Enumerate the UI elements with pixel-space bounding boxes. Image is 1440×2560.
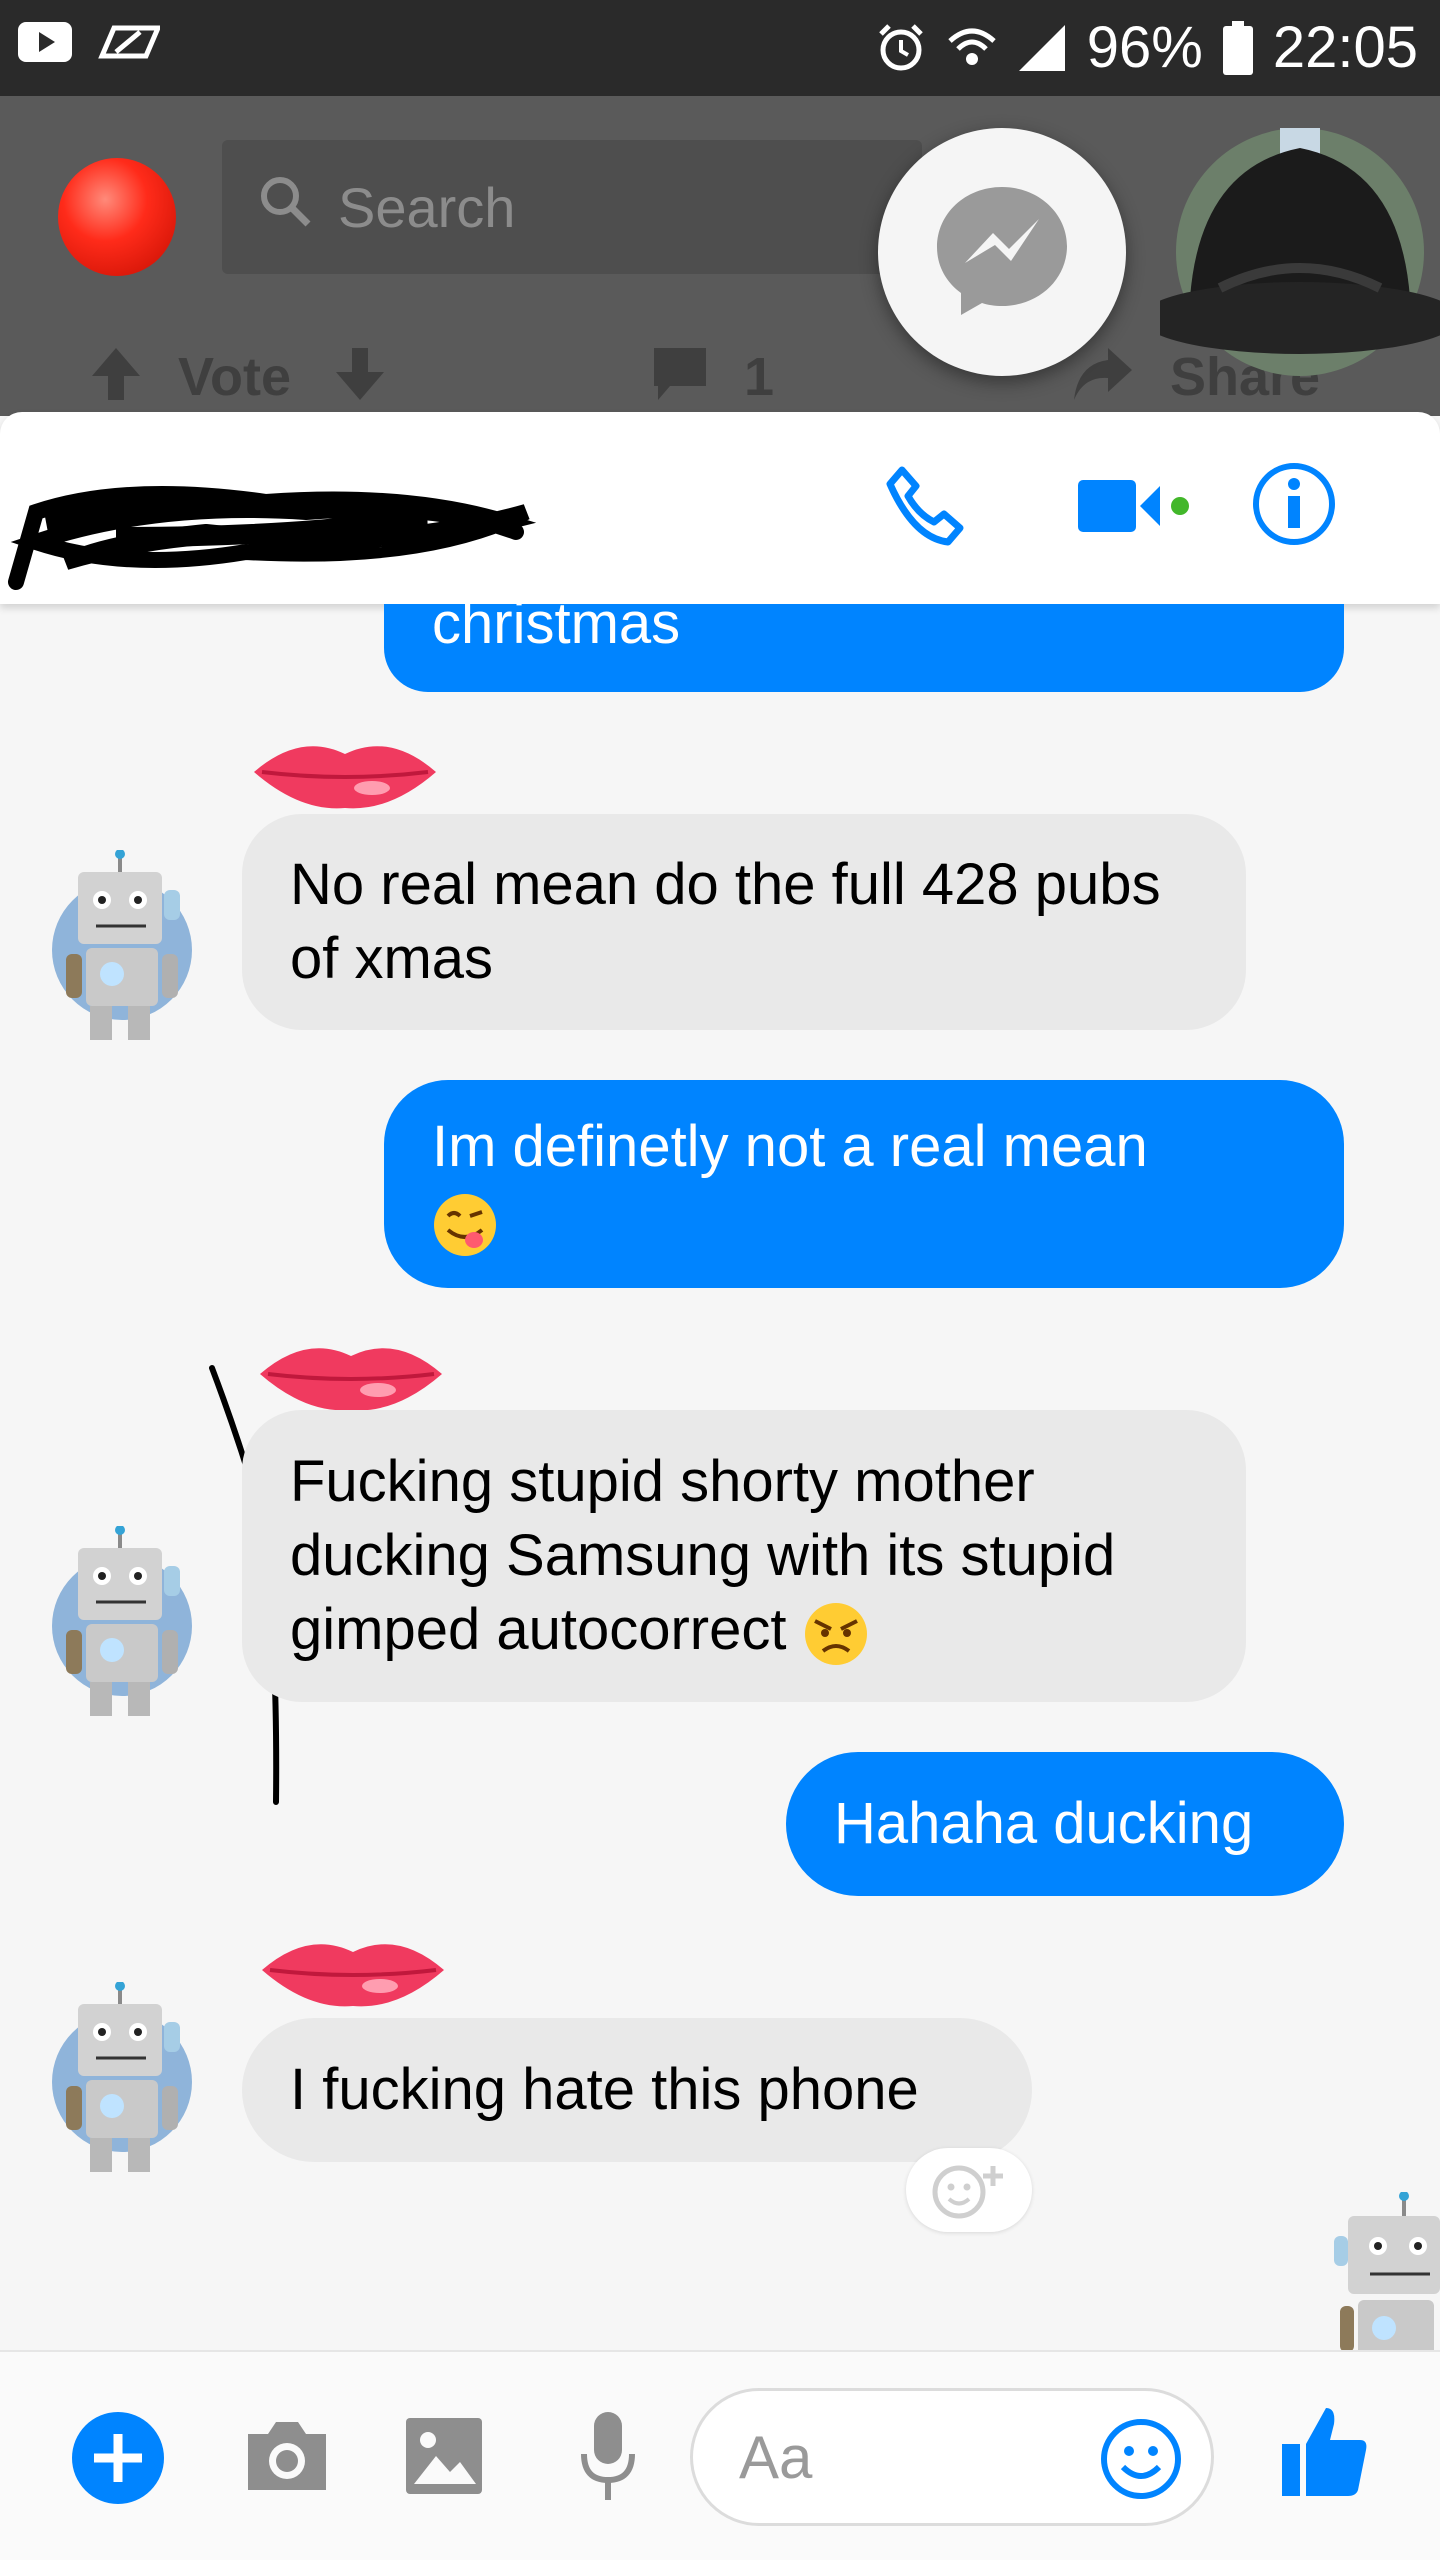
messenger-icon xyxy=(931,179,1073,326)
upvote-icon xyxy=(92,348,140,400)
phone-call-icon[interactable] xyxy=(884,464,966,546)
battery-label: 96% xyxy=(1086,15,1203,80)
lips-sticker xyxy=(262,1944,444,2007)
nfs-icon xyxy=(96,22,162,67)
contact-avatar[interactable] xyxy=(38,1526,198,1726)
status-bar: 96% 22:05 xyxy=(0,0,1440,96)
message-bubble-incoming[interactable]: No real mean do the full 428 pubs of xma… xyxy=(242,814,1246,1030)
vote-label: Vote xyxy=(178,347,292,407)
redacted-contact-name xyxy=(8,486,537,590)
search-placeholder: Search xyxy=(338,175,516,239)
camera-icon[interactable] xyxy=(244,2418,330,2494)
add-more-icon[interactable] xyxy=(70,2410,166,2506)
savoring-face-emoji-icon xyxy=(434,1193,496,1256)
message-bubble-outgoing[interactable]: Hahaha ducking xyxy=(786,1752,1344,1896)
background-search-bar: Search xyxy=(222,140,922,274)
wifi-icon xyxy=(947,23,997,73)
signal-icon xyxy=(1017,23,1067,73)
downvote-icon xyxy=(336,348,384,400)
message-input-placeholder: Aa xyxy=(739,2423,813,2491)
share-icon xyxy=(1074,348,1132,400)
video-call-icon[interactable] xyxy=(1078,476,1190,536)
alarm-icon xyxy=(875,22,927,74)
message-text: Fucking stupid shorty mother ducking Sam… xyxy=(290,1445,1198,1667)
lips-sticker xyxy=(254,746,436,809)
clock: 22:05 xyxy=(1272,15,1418,80)
emoji-icon[interactable] xyxy=(1099,2417,1183,2501)
thumbs-up-icon[interactable] xyxy=(1280,2404,1368,2500)
angry-face-emoji-icon xyxy=(804,1602,867,1665)
app-logo xyxy=(58,158,176,276)
message-text: Hahaha ducking xyxy=(834,1791,1254,1856)
message-bubble-outgoing[interactable]: Im definetly not a real mean xyxy=(384,1080,1344,1288)
comment-count: 1 xyxy=(744,347,775,407)
info-icon[interactable] xyxy=(1250,460,1338,548)
messenger-chat-head[interactable] xyxy=(878,128,1126,376)
contact-avatar[interactable] xyxy=(38,850,198,1050)
add-reaction-button[interactable] xyxy=(906,2148,1032,2232)
message-input[interactable]: Aa xyxy=(690,2388,1214,2526)
microphone-icon[interactable] xyxy=(578,2408,638,2504)
youtube-icon xyxy=(18,22,72,67)
message-bubble-outgoing[interactable]: christmas xyxy=(384,591,1344,692)
chat-header xyxy=(0,412,1440,604)
profile-chat-head[interactable] xyxy=(1160,128,1440,376)
active-status-dot xyxy=(1171,497,1189,515)
message-text: Im definetly not a real mean xyxy=(432,1110,1148,1258)
message-text: christmas xyxy=(432,591,681,656)
contact-avatar[interactable] xyxy=(38,1982,198,2182)
search-icon xyxy=(258,174,312,241)
message-bubble-incoming[interactable]: Fucking stupid shorty mother ducking Sam… xyxy=(242,1410,1246,1702)
battery-icon xyxy=(1222,20,1253,75)
message-text: I fucking hate this phone xyxy=(290,2057,919,2122)
add-reaction-icon xyxy=(932,2165,1003,2219)
message-bubble-incoming[interactable]: I fucking hate this phone xyxy=(242,2018,1032,2162)
message-text: No real mean do the full 428 pubs of xma… xyxy=(290,852,1161,991)
gallery-icon[interactable] xyxy=(404,2416,484,2496)
message-composer: Aa xyxy=(0,2350,1440,2560)
comment-icon xyxy=(654,348,706,400)
